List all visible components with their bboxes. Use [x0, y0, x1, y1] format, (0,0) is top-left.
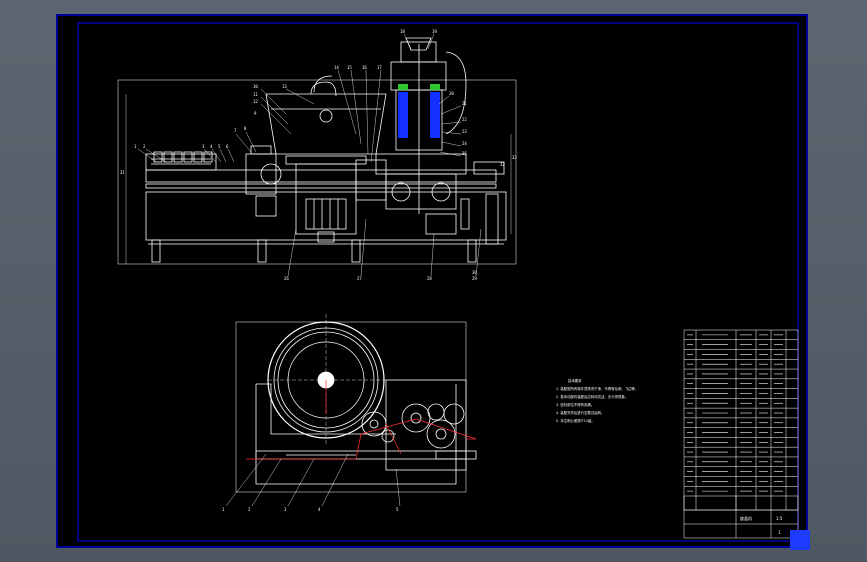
front-view-balloon-labels: 1 2 3 4 5 6 7 8 9 10 11 12 13 14 15 16 1… [120, 29, 517, 281]
top-view-leaders [225, 453, 401, 507]
balloon-13: 13 [282, 84, 287, 89]
drawing-sheet: 1 2 3 4 5 6 7 8 9 10 11 12 13 14 15 16 1… [56, 14, 808, 548]
balloon-17: 17 [377, 65, 382, 70]
balloon-3: 3 [202, 144, 205, 149]
balloon-8: 8 [244, 126, 247, 131]
tech-req-line-3: 3. 密封部位不得有渗漏。 [556, 402, 594, 407]
balloon-16: 16 [362, 65, 367, 70]
parts-list-entries [687, 334, 783, 492]
top-view-balloon-labels: 1 2 3 4 5 [222, 507, 399, 512]
balloon-21: 21 [462, 101, 467, 106]
top-balloon-5: 5 [396, 507, 399, 512]
balloon-7: 7 [234, 128, 237, 133]
top-balloon-4: 4 [318, 507, 321, 512]
balloon-14: 14 [334, 65, 339, 70]
balloon-26: 26 [284, 276, 289, 281]
balloon-5: 5 [218, 144, 221, 149]
title-block-sheet: 1 [778, 530, 781, 535]
tech-req-line-1: 1. 装配前所有零件须清洗干净，不得有毛刺、飞边等。 [556, 386, 638, 391]
title-block-drawing-title: 旋盖机 [740, 515, 752, 521]
front-view [117, 37, 517, 265]
balloon-24: 24 [462, 141, 467, 146]
top-view [235, 314, 477, 493]
balloon-4: 4 [210, 144, 213, 149]
balloon-22: 22 [462, 117, 467, 122]
blue-corner-marker [790, 530, 810, 550]
balloon-31: 31 [120, 170, 125, 175]
top-balloon-2: 2 [248, 507, 251, 512]
balloon-9: 9 [254, 111, 257, 116]
tech-req-line-5: 5. 未注明公差按IT12级。 [556, 418, 595, 423]
balloon-19: 19 [432, 29, 437, 34]
balloon-11: 11 [253, 92, 258, 97]
top-view-red-lines [246, 380, 477, 460]
top-balloon-3: 3 [284, 507, 287, 512]
balloon-18: 18 [400, 29, 405, 34]
balloon-6: 6 [226, 144, 229, 149]
balloon-15: 15 [347, 65, 352, 70]
balloon-1: 1 [134, 144, 137, 149]
tech-req-heading: 技术要求 [568, 378, 582, 383]
top-view-envelope [235, 321, 467, 493]
title-block-scale: 1:5 [776, 516, 783, 521]
balloon-25: 25 [462, 151, 467, 156]
cad-drawing: 1 2 3 4 5 6 7 8 9 10 11 12 13 14 15 16 1… [56, 14, 808, 548]
tech-req-line-4: 4. 装配完毕后进行空载试运转。 [556, 410, 604, 415]
balloon-28: 28 [427, 276, 432, 281]
bottles-on-conveyor [153, 151, 213, 163]
star-wheel-2 [401, 403, 431, 433]
balloon-12: 12 [253, 99, 258, 104]
front-view-envelope [117, 79, 517, 265]
balloon-32: 32 [500, 162, 505, 167]
balloon-20: 20 [449, 91, 454, 96]
balloon-33: 33 [512, 155, 517, 160]
balloon-23: 23 [462, 129, 467, 134]
balloon-29: 29 [472, 276, 477, 281]
tech-req-line-2: 2. 各传动部件装配后应转动灵活，无卡滞现象。 [556, 394, 628, 399]
technical-requirements: 技术要求 1. 装配前所有零件须清洗干净，不得有毛刺、飞边等。 2. 各传动部件… [556, 378, 638, 423]
balloon-30: 30 [472, 270, 477, 275]
balloon-2: 2 [143, 144, 146, 149]
parts-list [683, 329, 799, 511]
balloon-10: 10 [253, 84, 258, 89]
balloon-27: 27 [357, 276, 362, 281]
top-balloon-1: 1 [222, 507, 225, 512]
